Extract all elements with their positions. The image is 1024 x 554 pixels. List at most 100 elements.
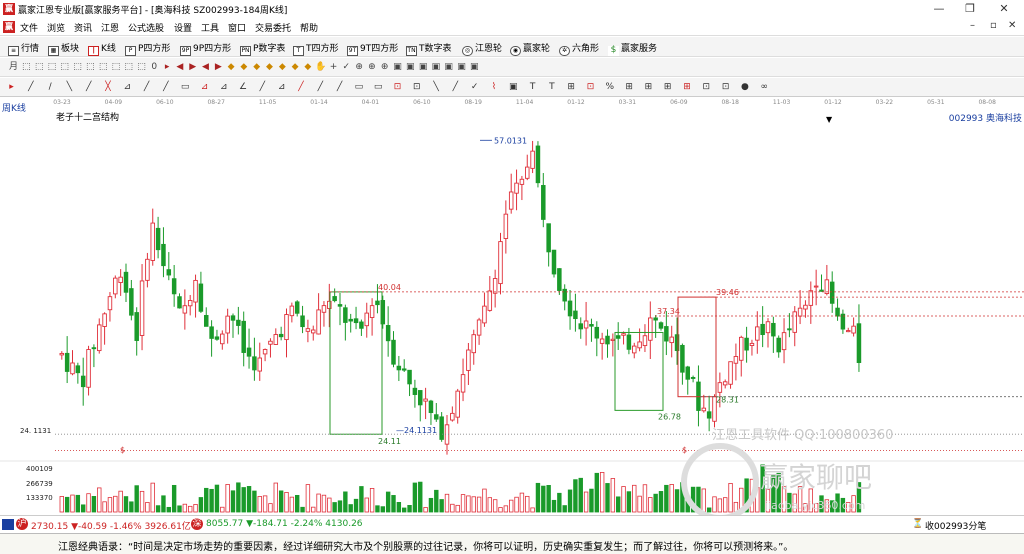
drawing-tool-icon[interactable]: ▣ [508,82,519,93]
mdi-minimize-button[interactable]: – [970,20,975,31]
drawing-tool-icon[interactable]: ╲ [431,82,442,93]
drawing-tool-icon[interactable]: ⊞ [682,82,693,93]
drawing-tool-icon[interactable]: ╱ [160,82,171,93]
tool-p-table[interactable]: PN P数字表 [240,41,285,56]
drawing-tool-icon[interactable]: ⊞ [662,82,673,93]
tool-9p-square[interactable]: 9P 9P四方形 [180,41,231,56]
toolbar-tool-icon[interactable]: ▣ [443,62,454,73]
mdi-close-button[interactable]: ✕ [1008,20,1016,31]
tool-winner-wheel[interactable]: ◉ 赢家轮 [510,41,550,56]
toolbar-tool-icon[interactable]: ▣ [405,62,416,73]
toolbar-tool-icon[interactable]: ▣ [392,62,403,73]
restore-button[interactable]: ❐ [956,1,984,17]
tool-9t-square[interactable]: 9T 9T四方形 [347,41,398,56]
ticks-label[interactable]: 收002993分笔 [925,519,986,532]
drawing-tool-icon[interactable]: T [527,82,538,93]
toolbar-tool-icon[interactable]: ⬚ [72,62,83,73]
tool-p-square[interactable]: P P四方形 [125,41,170,56]
menu-trade[interactable]: 交易委托 [255,21,291,34]
toolbar-tool-icon[interactable]: ⬚ [21,62,32,73]
toolbar-tool-icon[interactable]: ◆ [302,62,313,73]
toolbar-tool-icon[interactable]: ⬚ [123,62,134,73]
drawing-tool-icon[interactable]: ⊿ [218,82,229,93]
kline-chart[interactable]: 03-23 04-09 06-10 08-27 11-05 01-14 04-01 06-10… [0,97,1024,515]
drawing-tool-icon[interactable]: ∠ [238,82,249,93]
toolbar-tool-icon[interactable]: ◆ [238,62,249,73]
tool-service[interactable]: $ 赢家服务 [608,41,657,56]
menu-help[interactable]: 帮助 [300,21,318,34]
drawing-tool-icon[interactable]: ▸ [6,82,17,93]
drawing-tool-icon[interactable]: ⊡ [392,82,403,93]
toolbar-tool-icon[interactable]: ▣ [456,62,467,73]
tool-sector[interactable]: ▦ 板块 [48,41,79,56]
toolbar-tool-icon[interactable]: ▶ [187,62,198,73]
indicator-dropdown-icon[interactable]: ▼ [826,115,832,124]
menu-tools[interactable]: 工具 [201,21,219,34]
toolbar-tool-icon[interactable]: 月 [8,62,19,73]
toolbar-tool-icon[interactable]: ⬚ [85,62,96,73]
drawing-tool-icon[interactable]: ╱ [334,82,345,93]
toolbar-tool-icon[interactable]: ◀ [174,62,185,73]
drawing-tool-icon[interactable]: ╱ [141,82,152,93]
close-button[interactable]: ✕ [990,1,1018,17]
toolbar-tool-icon[interactable]: ◆ [290,62,301,73]
tool-quotes[interactable]: ≡ 行情 [8,41,39,56]
toolbar-tool-icon[interactable]: ▶ [213,62,224,73]
drawing-tool-icon[interactable]: ▭ [353,82,364,93]
toolbar-tool-icon[interactable]: ⬚ [98,62,109,73]
toolbar-tool-icon[interactable]: ◀ [200,62,211,73]
drawing-tool-icon[interactable]: ╱ [315,82,326,93]
minimize-button[interactable]: — [925,1,953,17]
drawing-tool-icon[interactable]: T [546,82,557,93]
toolbar-tool-icon[interactable]: ✓ [341,62,352,73]
drawing-tool-icon[interactable]: ● [739,82,750,93]
tool-gann-wheel[interactable]: ◎ 江恩轮 [462,41,502,56]
drawing-tool-icon[interactable]: ▭ [180,82,191,93]
ticks-icon[interactable]: ⏳ [912,519,923,529]
drawing-tool-icon[interactable]: % [604,82,615,93]
toolbar-tool-icon[interactable]: ◆ [264,62,275,73]
menu-window[interactable]: 窗口 [228,21,246,34]
toolbar-tool-icon[interactable]: ◆ [277,62,288,73]
menu-browse[interactable]: 浏览 [47,21,65,34]
toolbar-tool-icon[interactable]: ✋ [315,62,326,73]
mdi-restore-button[interactable]: ▫ [990,20,997,31]
drawing-tool-icon[interactable]: / [45,82,56,93]
drawing-tool-icon[interactable]: ╱ [450,82,461,93]
tool-t-table[interactable]: TN T数字表 [406,41,452,56]
toolbar-tool-icon[interactable]: ⬚ [46,62,57,73]
toolbar-tool-icon[interactable]: ⬚ [110,62,121,73]
menu-settings[interactable]: 设置 [174,21,192,34]
tool-t-square[interactable]: T T四方形 [293,41,339,56]
drawing-tool-icon[interactable]: ⌇ [489,82,500,93]
toolbar-tool-icon[interactable]: ▣ [469,62,480,73]
toolbar-tool-icon[interactable]: + [328,62,339,73]
toolbar-tool-icon[interactable]: ⊕ [379,62,390,73]
tool-hexagon[interactable]: ✲ 六角形 [559,41,599,56]
drawing-tool-icon[interactable]: ╱ [257,82,268,93]
drawing-tool-icon[interactable]: ✓ [469,82,480,93]
toolbar-tool-icon[interactable]: ⬚ [136,62,147,73]
drawing-tool-icon[interactable]: ╱ [83,82,94,93]
toolbar-tool-icon[interactable]: ▸ [162,62,173,73]
menu-info[interactable]: 资讯 [74,21,92,34]
toolbar-tool-icon[interactable]: ▣ [418,62,429,73]
menu-file[interactable]: 文件 [20,21,38,34]
toolbar-tool-icon[interactable]: ◆ [226,62,237,73]
drawing-tool-icon[interactable]: ╱ [296,82,307,93]
drawing-tool-icon[interactable]: ╳ [103,82,114,93]
drawing-tool-icon[interactable]: ⊿ [122,82,133,93]
drawing-tool-icon[interactable]: ⊡ [701,82,712,93]
drawing-tool-icon[interactable]: ∞ [759,82,770,93]
toolbar-tool-icon[interactable]: ⬚ [59,62,70,73]
drawing-tool-icon[interactable]: ⊞ [643,82,654,93]
menu-formula[interactable]: 公式选股 [128,21,164,34]
drawing-tool-icon[interactable]: ⊞ [566,82,577,93]
drawing-tool-icon[interactable]: ▭ [373,82,384,93]
toolbar-tool-icon[interactable]: ▣ [430,62,441,73]
drawing-tool-icon[interactable]: ⊞ [624,82,635,93]
toolbar-tool-icon[interactable]: ⬚ [34,62,45,73]
drawing-tool-icon[interactable]: ⊡ [720,82,731,93]
drawing-tool-icon[interactable]: ⊿ [199,82,210,93]
drawing-tool-icon[interactable]: ╱ [25,82,36,93]
